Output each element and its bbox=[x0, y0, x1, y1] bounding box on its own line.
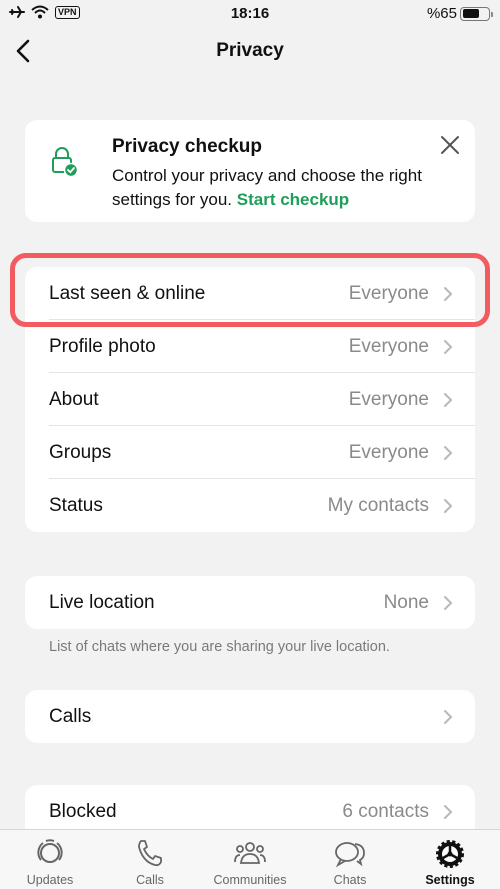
chats-icon bbox=[335, 842, 365, 868]
chevron-right-icon bbox=[444, 804, 453, 819]
calls-card: Calls bbox=[25, 690, 475, 743]
row-value: None bbox=[383, 591, 429, 613]
tab-label: Chats bbox=[333, 873, 367, 887]
lock-check-icon bbox=[52, 147, 78, 177]
row-value: Everyone bbox=[348, 441, 429, 463]
live-location-footnote: List of chats where you are sharing your… bbox=[49, 639, 390, 655]
row-label: Last seen & online bbox=[49, 282, 206, 304]
groups-row[interactable]: Groups Everyone bbox=[25, 426, 475, 479]
calls-row[interactable]: Calls bbox=[25, 690, 475, 743]
row-value: Everyone bbox=[348, 388, 429, 410]
phone-icon bbox=[138, 840, 162, 867]
chevron-right-icon bbox=[444, 339, 453, 354]
about-row[interactable]: About Everyone bbox=[25, 373, 475, 426]
tab-label: Calls bbox=[136, 873, 164, 887]
tab-updates[interactable]: Updates bbox=[0, 830, 100, 889]
start-checkup-link[interactable]: Start checkup bbox=[237, 190, 349, 209]
checkup-title: Privacy checkup bbox=[112, 136, 262, 157]
battery-percent: %65 bbox=[426, 5, 457, 22]
checkup-description: Control your privacy and choose the righ… bbox=[112, 164, 457, 212]
live-location-row[interactable]: Live location None bbox=[25, 576, 475, 629]
status-bar: VPN 18:16 %65 bbox=[0, 0, 500, 26]
chevron-right-icon bbox=[444, 392, 453, 407]
page-title: Privacy bbox=[216, 40, 284, 61]
clock: 18:16 bbox=[230, 5, 270, 22]
row-label: Calls bbox=[49, 705, 92, 727]
row-label: Blocked bbox=[49, 800, 117, 822]
profile-photo-row[interactable]: Profile photo Everyone bbox=[25, 320, 475, 373]
tab-calls[interactable]: Calls bbox=[100, 830, 200, 889]
row-label: Profile photo bbox=[49, 335, 156, 357]
tab-chats[interactable]: Chats bbox=[300, 830, 400, 889]
row-label: Groups bbox=[49, 441, 112, 463]
status-row[interactable]: Status My contacts bbox=[25, 479, 475, 532]
chevron-right-icon bbox=[444, 445, 453, 460]
communities-icon bbox=[234, 842, 266, 864]
chevron-right-icon bbox=[444, 595, 453, 610]
tab-bar: Updates Calls Communities Chats Settings bbox=[0, 829, 500, 889]
chevron-right-icon bbox=[444, 709, 453, 724]
row-value: 6 contacts bbox=[342, 800, 429, 822]
nav-bar: Privacy bbox=[0, 30, 500, 74]
live-location-card: Live location None bbox=[25, 576, 475, 629]
row-value: Everyone bbox=[348, 335, 429, 357]
last-seen-row[interactable]: Last seen & online Everyone bbox=[25, 267, 475, 320]
chevron-right-icon bbox=[444, 498, 453, 513]
privacy-settings-list: Last seen & online Everyone Profile phot… bbox=[25, 267, 475, 532]
row-label: About bbox=[49, 388, 99, 410]
tab-label: Communities bbox=[213, 873, 287, 887]
tab-label: Settings bbox=[425, 873, 475, 887]
chevron-right-icon bbox=[444, 286, 453, 301]
privacy-checkup-card: Privacy checkup Control your privacy and… bbox=[25, 120, 475, 222]
row-value: Everyone bbox=[348, 282, 429, 304]
row-value: My contacts bbox=[327, 494, 429, 516]
row-label: Status bbox=[49, 494, 103, 516]
tab-communities[interactable]: Communities bbox=[200, 830, 300, 889]
updates-icon bbox=[37, 839, 63, 863]
row-label: Live location bbox=[49, 591, 155, 613]
tab-settings[interactable]: Settings bbox=[400, 830, 500, 889]
battery-icon bbox=[460, 6, 493, 21]
tab-label: Updates bbox=[26, 873, 74, 887]
settings-gear-icon bbox=[436, 840, 464, 868]
close-icon[interactable] bbox=[439, 134, 461, 156]
